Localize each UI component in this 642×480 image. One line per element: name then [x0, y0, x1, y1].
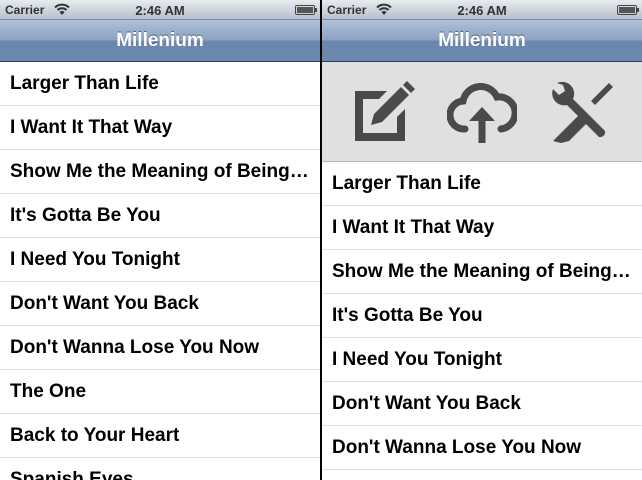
edit-icon	[355, 80, 415, 141]
song-row[interactable]: Don't Wanna Lose You Now	[322, 426, 642, 470]
song-row[interactable]: Don't Want You Back	[0, 282, 320, 326]
nav-title: Millenium	[116, 29, 204, 51]
battery-icon	[295, 5, 317, 15]
song-row[interactable]: Spanish Eyes	[0, 458, 320, 480]
status-bar: Carrier 2:46 AM	[0, 0, 320, 20]
song-list: Larger Than Life I Want It That Way Show…	[322, 162, 642, 470]
song-row[interactable]: Show Me the Meaning of Being Lonely	[0, 150, 320, 194]
song-row[interactable]: I Need You Tonight	[322, 338, 642, 382]
edit-button[interactable]	[345, 75, 419, 149]
song-row[interactable]: Larger Than Life	[322, 162, 642, 206]
cloud-upload-icon	[447, 82, 517, 143]
song-row[interactable]: I Want It That Way	[322, 206, 642, 250]
song-row[interactable]: It's Gotta Be You	[322, 294, 642, 338]
song-row[interactable]: Don't Want You Back	[322, 382, 642, 426]
status-bar: Carrier 2:46 AM	[322, 0, 642, 20]
song-row[interactable]: Back to Your Heart	[0, 414, 320, 458]
song-row[interactable]: Show Me the Meaning of Being Lonely	[322, 250, 642, 294]
song-row[interactable]: Don't Wanna Lose You Now	[0, 326, 320, 370]
status-time: 2:46 AM	[135, 3, 185, 18]
song-row[interactable]: Larger Than Life	[0, 62, 320, 106]
right-screen: Carrier 2:46 AM Millenium Larger Than Li…	[322, 0, 642, 480]
nav-title: Millenium	[438, 29, 526, 51]
tools-icon	[552, 81, 613, 143]
song-row[interactable]: It's Gotta Be You	[0, 194, 320, 238]
song-list: Larger Than Life I Want It That Way Show…	[0, 62, 320, 480]
navigation-bar: Millenium	[322, 20, 642, 62]
action-toolbar	[322, 62, 642, 162]
upload-button[interactable]	[445, 75, 519, 149]
song-row[interactable]: I Want It That Way	[0, 106, 320, 150]
settings-button[interactable]	[545, 75, 619, 149]
song-row[interactable]: The One	[0, 370, 320, 414]
song-row[interactable]: I Need You Tonight	[0, 238, 320, 282]
left-screen: Carrier 2:46 AM Millenium Larger Than Li…	[0, 0, 320, 480]
status-time: 2:46 AM	[457, 3, 507, 18]
navigation-bar: Millenium	[0, 20, 320, 62]
battery-icon	[617, 5, 639, 15]
